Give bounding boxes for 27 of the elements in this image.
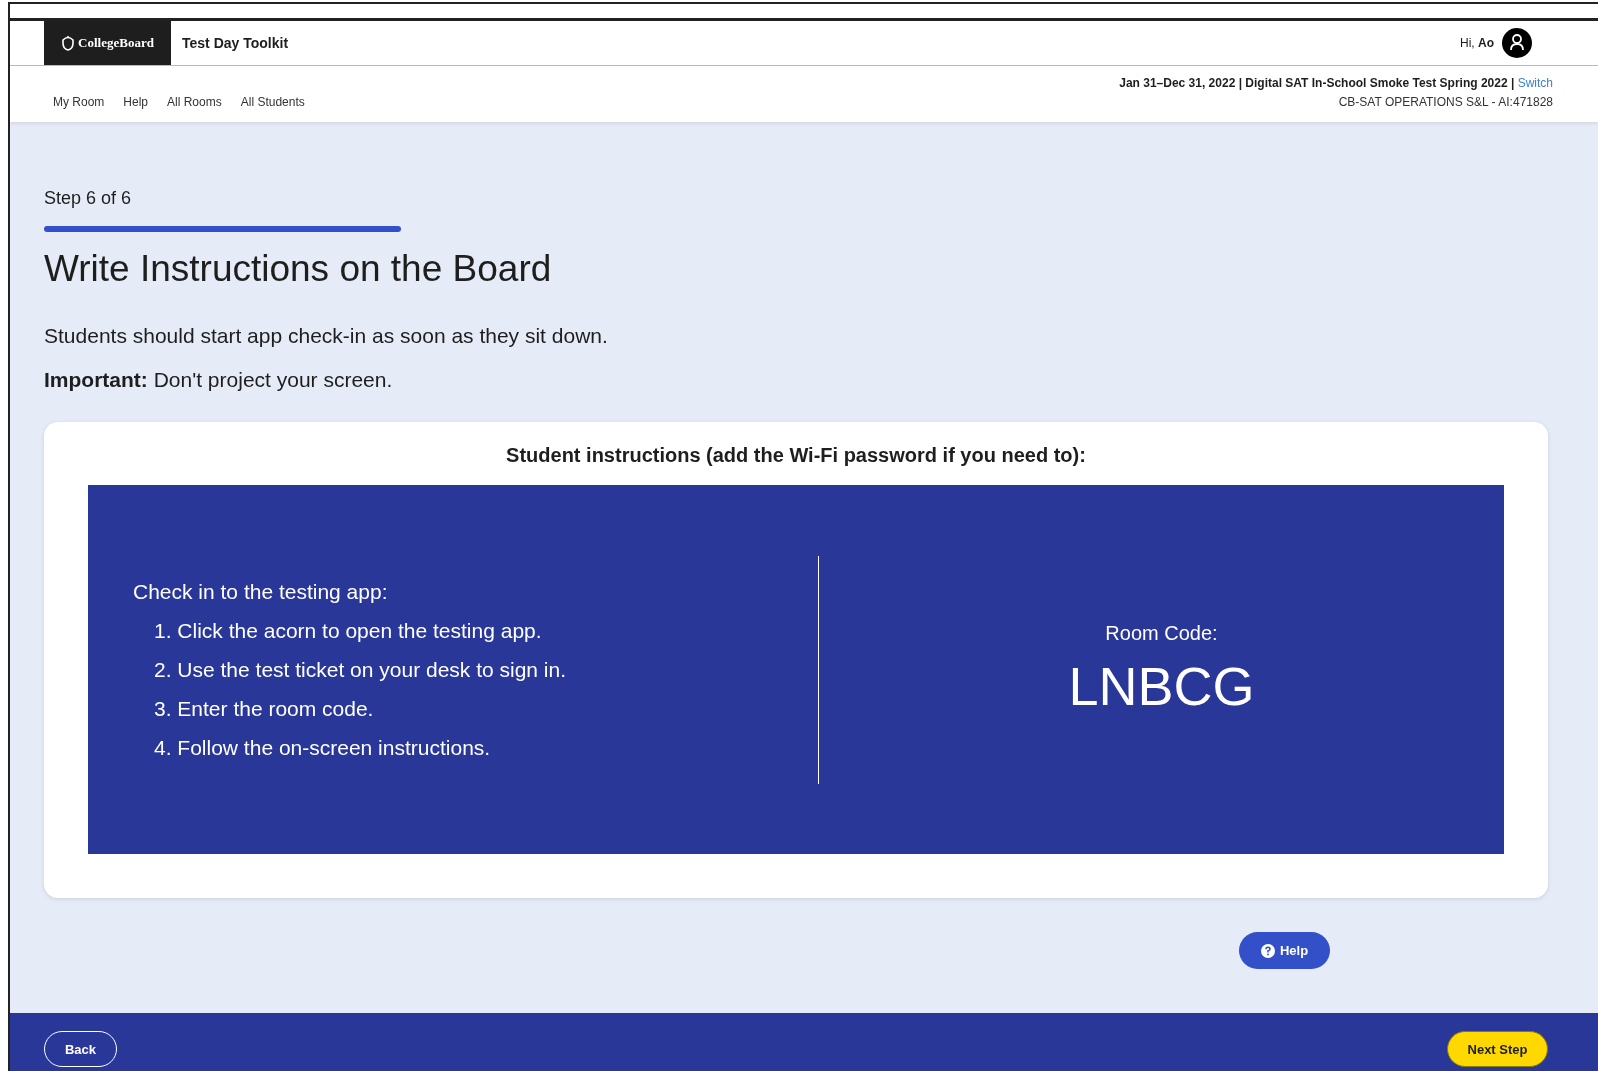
user-greeting: Hi, Ao	[1460, 36, 1494, 50]
instruction-text: Important: Don't project your screen.	[44, 368, 394, 392]
nav-link[interactable]: All Rooms	[167, 95, 222, 109]
help-icon	[1260, 943, 1275, 958]
help-button[interactable]: Help	[1239, 932, 1330, 969]
checkin-step: 3. Enter the room code.	[133, 696, 818, 721]
switch-link[interactable]: Switch	[1517, 76, 1553, 90]
logo[interactable]: CollegeBoard	[44, 21, 171, 65]
step-label: Step 6 of 6	[44, 188, 133, 209]
room-code: LNBCG	[1068, 655, 1255, 717]
page-title: Write Instructions on the Board	[44, 248, 553, 290]
checkin-heading: Check in to the testing app:	[133, 579, 389, 604]
checkin-step: 4. Follow the on-screen instructions.	[133, 735, 818, 760]
nav-link[interactable]: All Students	[240, 95, 305, 109]
checkin-step: 2. Use the test ticket on your desk to sign in.	[133, 657, 818, 682]
instruction-text: Students should start app check-in as soon as they sit down.	[44, 324, 609, 348]
event-summary: Jan 31–Dec 31, 2022 | Digital SAT In-School Smoke Test Spring 2022 |	[1119, 76, 1515, 90]
checkin-step: 1. Click the acorn to open the testing app.	[133, 618, 818, 643]
user-avatar-icon[interactable]	[1502, 28, 1532, 58]
nav-link[interactable]: My Room	[53, 95, 105, 109]
card-heading: Student instructions (add the Wi-Fi password if you need to):	[505, 444, 1087, 467]
room-code-label: Room Code:	[1105, 622, 1218, 645]
nav-link[interactable]: Help	[123, 95, 149, 109]
logo-text: CollegeBoard	[78, 35, 154, 51]
next-step-button[interactable]: Next Step	[1447, 1031, 1548, 1067]
organization-label: CB-SAT OPERATIONS S&L - AI:471828	[1338, 95, 1553, 109]
app-title: Test Day Toolkit	[182, 35, 289, 51]
